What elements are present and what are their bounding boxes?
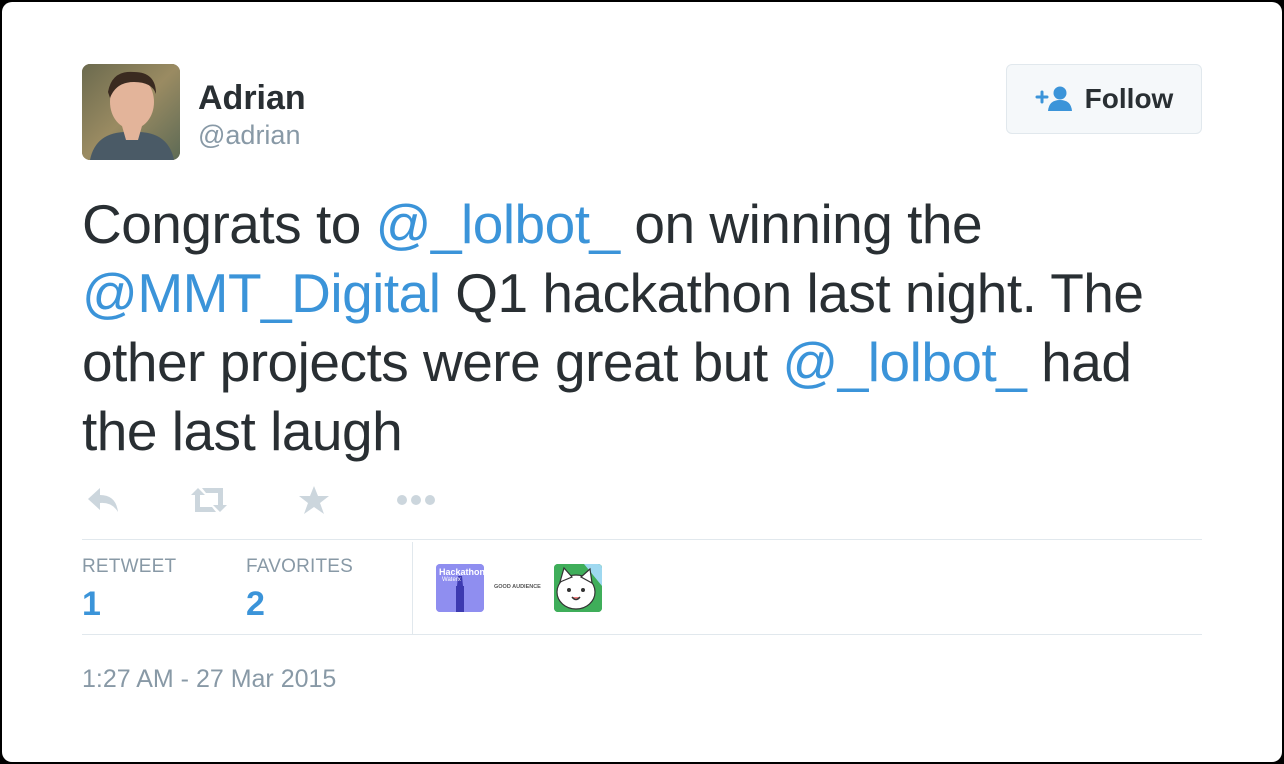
favorites-count[interactable]: 2 xyxy=(246,584,265,624)
more-button[interactable] xyxy=(396,482,436,518)
tweet-timestamp[interactable]: 1:27 AM - 27 Mar 2015 xyxy=(82,664,336,694)
favoriter-avatar-good-audience[interactable]: GOOD AUDIENCE xyxy=(492,564,544,612)
tweet-text-part: Congrats to xyxy=(82,193,376,255)
avatar[interactable] xyxy=(82,64,180,160)
star-icon xyxy=(299,486,329,514)
reply-button[interactable] xyxy=(86,482,120,518)
hackathon-badge-text: Hackathon xyxy=(439,567,484,577)
avatar-image xyxy=(82,64,180,160)
tweet-text-part: on winning the xyxy=(619,193,983,255)
follow-button-label: Follow xyxy=(1084,83,1174,114)
reply-icon xyxy=(88,488,118,512)
favorites-count-label: FAVORITES xyxy=(246,556,354,577)
retweet-count-label: RETWEET xyxy=(82,556,177,577)
retweet-count[interactable]: 1 xyxy=(82,584,101,624)
favoriter-avatar-lolbot[interactable] xyxy=(554,564,602,612)
mention-link[interactable]: @_lolbot_ xyxy=(376,193,621,255)
divider xyxy=(82,539,1202,540)
retweet-button[interactable] xyxy=(188,482,230,518)
add-user-icon xyxy=(1035,86,1072,111)
retweet-icon xyxy=(191,488,227,512)
good-audience-logo-text: GOOD AUDIENCE xyxy=(494,584,541,590)
favoriter-avatar-hackathon[interactable]: Hackathon Waterx xyxy=(436,564,484,612)
tweet-text: Congrats to @_lolbot_ on winning the @MM… xyxy=(82,190,1202,466)
tweet-card: Adrian @adrian Follow Congrats to @_lolb… xyxy=(2,2,1282,762)
mention-link[interactable]: @MMT_Digital xyxy=(82,262,441,324)
mention-link[interactable]: @_lolbot_ xyxy=(782,331,1027,393)
divider xyxy=(82,634,1202,635)
favorite-button[interactable] xyxy=(298,482,330,518)
more-dots-icon xyxy=(397,495,435,505)
hackathon-badge-subtext: Waterx xyxy=(442,577,461,583)
user-name[interactable]: Adrian xyxy=(198,78,306,118)
stats-separator xyxy=(412,542,413,634)
user-handle[interactable]: @adrian xyxy=(198,118,300,152)
cat-avatar-icon xyxy=(554,564,602,612)
follow-button[interactable]: Follow xyxy=(1006,64,1202,134)
